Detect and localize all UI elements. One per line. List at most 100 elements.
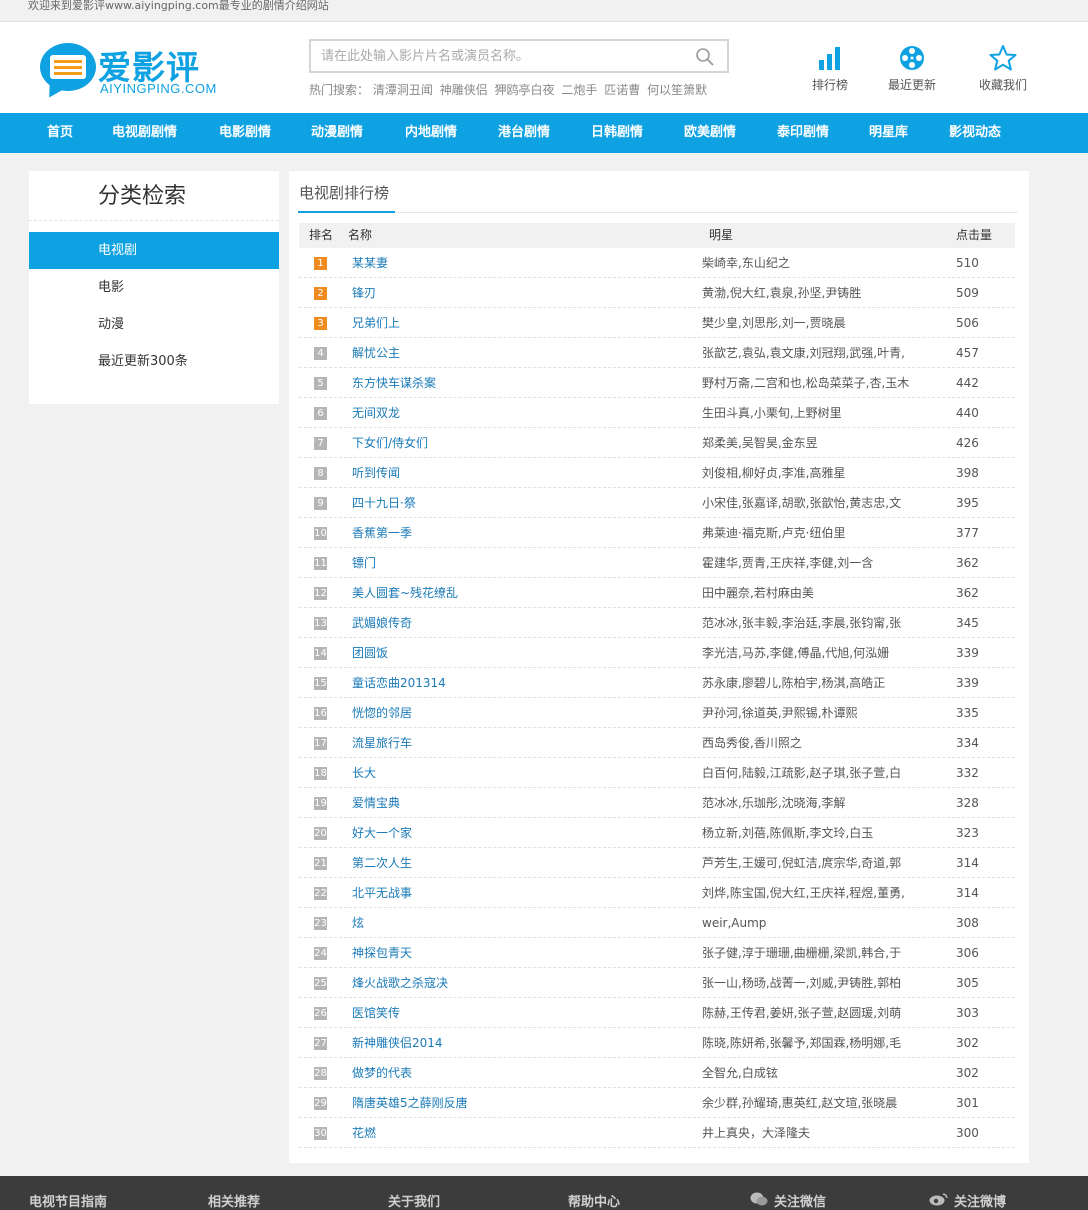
wechat-icon (750, 1192, 768, 1206)
search-icon[interactable] (695, 47, 715, 67)
footer-link-recommend[interactable]: 相关推荐 (208, 1191, 260, 1210)
show-stars: 生田斗真,小栗旬,上野树里 (702, 406, 842, 420)
show-stars: 陈晓,陈妍希,张馨予,郑国霖,杨明娜,毛 (702, 1036, 902, 1050)
quick-link-ranking[interactable]: 排行榜 (790, 44, 870, 93)
show-title-link[interactable]: 爱情宝典 (352, 788, 400, 818)
show-title-link[interactable]: 烽火战歌之杀寇决 (352, 968, 448, 998)
show-title-link[interactable]: 好大一个家 (352, 818, 412, 848)
show-title-link[interactable]: 兄弟们上 (352, 308, 400, 338)
show-stars: 张歆艺,袁弘,袁文康,刘冠翔,武强,叶青, (702, 346, 905, 360)
hot-search-term[interactable]: 清潭洞丑闻 (373, 83, 433, 97)
welcome-text: 欢迎来到爱影评www.aiyingping.com最专业的剧情介绍网站 (28, 0, 329, 12)
show-stars: 白百何,陆毅,江疏影,赵子琪,张子萱,白 (702, 766, 902, 780)
rank-badge: 1 (314, 257, 327, 270)
show-title-link[interactable]: 第二次人生 (352, 848, 412, 878)
show-title-link[interactable]: 解忧公主 (352, 338, 400, 368)
show-title-link[interactable]: 炫 (352, 908, 364, 938)
nav-item-western[interactable]: 欧美剧情 (684, 113, 736, 153)
sidebar-item-tv[interactable]: 电视剧 (29, 232, 279, 269)
show-title-link[interactable]: 四十九日·祭 (352, 488, 416, 518)
nav-item-anime[interactable]: 动漫剧情 (311, 113, 363, 153)
table-row: 9 四十九日·祭 小宋佳,张嘉译,胡歌,张歆怡,黄志忠,文 395 (299, 488, 1015, 518)
show-title-link[interactable]: 某某妻 (352, 248, 388, 278)
show-stars: 霍建华,贾青,王庆祥,李健,刘一含 (702, 556, 874, 570)
footer-link-help[interactable]: 帮助中心 (568, 1191, 620, 1210)
nav-item-thai-indian[interactable]: 泰印剧情 (777, 113, 829, 153)
table-row: 2 锋刃 黄渤,倪大红,袁泉,孙坚,尹铸胜 509 (299, 278, 1015, 308)
footer-link-wechat[interactable]: 关注微信 (774, 1191, 826, 1210)
show-title-link[interactable]: 镖门 (352, 548, 376, 578)
click-count: 306 (956, 946, 979, 960)
rank-badge: 19 (314, 797, 327, 810)
site-logo[interactable]: 爱影评 AIYINGPING.COM (40, 39, 230, 101)
footer-link-weibo[interactable]: 关注微博 (954, 1191, 1006, 1210)
search-input[interactable] (311, 41, 681, 71)
nav-item-hk-tw[interactable]: 港台剧情 (498, 113, 550, 153)
nav-item-tv[interactable]: 电视剧剧情 (112, 113, 177, 153)
hot-search-term[interactable]: 二炮手 (561, 83, 597, 97)
nav-item-stars[interactable]: 明星库 (869, 113, 908, 153)
show-title-link[interactable]: 神探包青天 (352, 938, 412, 968)
footer-link-tv-guide[interactable]: 电视节目指南 (29, 1191, 107, 1210)
click-count: 302 (956, 1036, 979, 1050)
click-count: 314 (956, 886, 979, 900)
sidebar-title: 分类检索 (29, 171, 279, 221)
rank-badge: 2 (314, 287, 327, 300)
table-row: 29 隋唐英雄5之薛刚反唐 余少群,孙耀琦,惠英红,赵文瑄,张晓晨 301 (299, 1088, 1015, 1118)
category-sidebar: 分类检索 电视剧 电影 动漫 最近更新300条 (29, 171, 279, 404)
tab-tv-ranking[interactable]: 电视剧排行榜 (298, 182, 389, 213)
table-row: 11 镖门 霍建华,贾青,王庆祥,李健,刘一含 362 (299, 548, 1015, 578)
table-row: 18 长大 白百何,陆毅,江疏影,赵子琪,张子萱,白 332 (299, 758, 1015, 788)
show-title-link[interactable]: 听到传闻 (352, 458, 400, 488)
quick-link-favorite[interactable]: 收藏我们 (963, 44, 1043, 93)
nav-item-movie[interactable]: 电影剧情 (219, 113, 271, 153)
show-title-link[interactable]: 北平无战事 (352, 878, 412, 908)
nav-item-mainland[interactable]: 内地剧情 (405, 113, 457, 153)
sidebar-item-recent[interactable]: 最近更新300条 (29, 343, 279, 380)
rank-badge: 7 (314, 437, 327, 450)
table-row: 12 美人圆套~残花缭乱 田中麗奈,若村麻由美 362 (299, 578, 1015, 608)
footer-link-about[interactable]: 关于我们 (388, 1191, 440, 1210)
hot-search-term[interactable]: 匹诺曹 (604, 83, 640, 97)
hot-search-term[interactable]: 何以笙箫默 (647, 83, 707, 97)
show-title-link[interactable]: 锋刃 (352, 278, 376, 308)
rank-badge: 12 (314, 587, 327, 600)
show-title-link[interactable]: 长大 (352, 758, 376, 788)
rank-badge: 22 (314, 887, 327, 900)
show-title-link[interactable]: 流星旅行车 (352, 728, 412, 758)
show-title-link[interactable]: 武媚娘传奇 (352, 608, 412, 638)
nav-item-home[interactable]: 首页 (47, 113, 73, 153)
nav-item-news[interactable]: 影视动态 (949, 113, 1001, 153)
hot-search-term[interactable]: 神雕侠侣 (440, 83, 488, 97)
show-title-link[interactable]: 新神雕侠侣2014 (352, 1028, 443, 1058)
column-header-clicks: 点击量 (956, 228, 993, 242)
show-title-link[interactable]: 童话恋曲201314 (352, 668, 446, 698)
hot-search-term[interactable]: 狎鸥亭白夜 (495, 83, 555, 97)
show-title-link[interactable]: 东方快车谋杀案 (352, 368, 436, 398)
show-stars: 杨立新,刘蓓,陈佩斯,李文玲,白玉 (702, 826, 874, 840)
show-title-link[interactable]: 隋唐英雄5之薛刚反唐 (352, 1088, 468, 1118)
show-title-link[interactable]: 医馆笑传 (352, 998, 400, 1028)
show-stars: 刘俊相,柳好贞,李准,高雅星 (702, 466, 846, 480)
ranking-list: 1 某某妻 柴崎幸,东山纪之 510 2 锋刃 黄渤,倪大红,袁泉,孙坚,尹铸胜 509 3 兄弟… (299, 248, 1015, 1148)
rank-badge: 26 (314, 1007, 327, 1020)
click-count: 426 (956, 436, 979, 450)
click-count: 332 (956, 766, 979, 780)
show-title-link[interactable]: 恍惚的邻居 (352, 698, 412, 728)
quick-link-label: 排行榜 (811, 78, 848, 92)
show-title-link[interactable]: 美人圆套~残花缭乱 (352, 578, 458, 608)
show-title-link[interactable]: 团圆饭 (352, 638, 388, 668)
sidebar-item-movie[interactable]: 电影 (29, 269, 279, 306)
quick-link-recent[interactable]: 最近更新 (872, 44, 952, 93)
show-stars: 小宋佳,张嘉译,胡歌,张歆怡,黄志忠,文 (702, 496, 902, 510)
show-title-link[interactable]: 无间双龙 (352, 398, 400, 428)
nav-item-jp-kr[interactable]: 日韩剧情 (591, 113, 643, 153)
show-title-link[interactable]: 花燃 (352, 1118, 376, 1148)
show-title-link[interactable]: 下女们/侍女们 (352, 428, 428, 458)
column-header-stars: 明星 (709, 228, 734, 242)
rank-badge: 14 (314, 647, 327, 660)
show-title-link[interactable]: 做梦的代表 (352, 1058, 412, 1088)
click-count: 335 (956, 706, 979, 720)
show-title-link[interactable]: 香蕉第一季 (352, 518, 412, 548)
sidebar-item-anime[interactable]: 动漫 (29, 306, 279, 343)
